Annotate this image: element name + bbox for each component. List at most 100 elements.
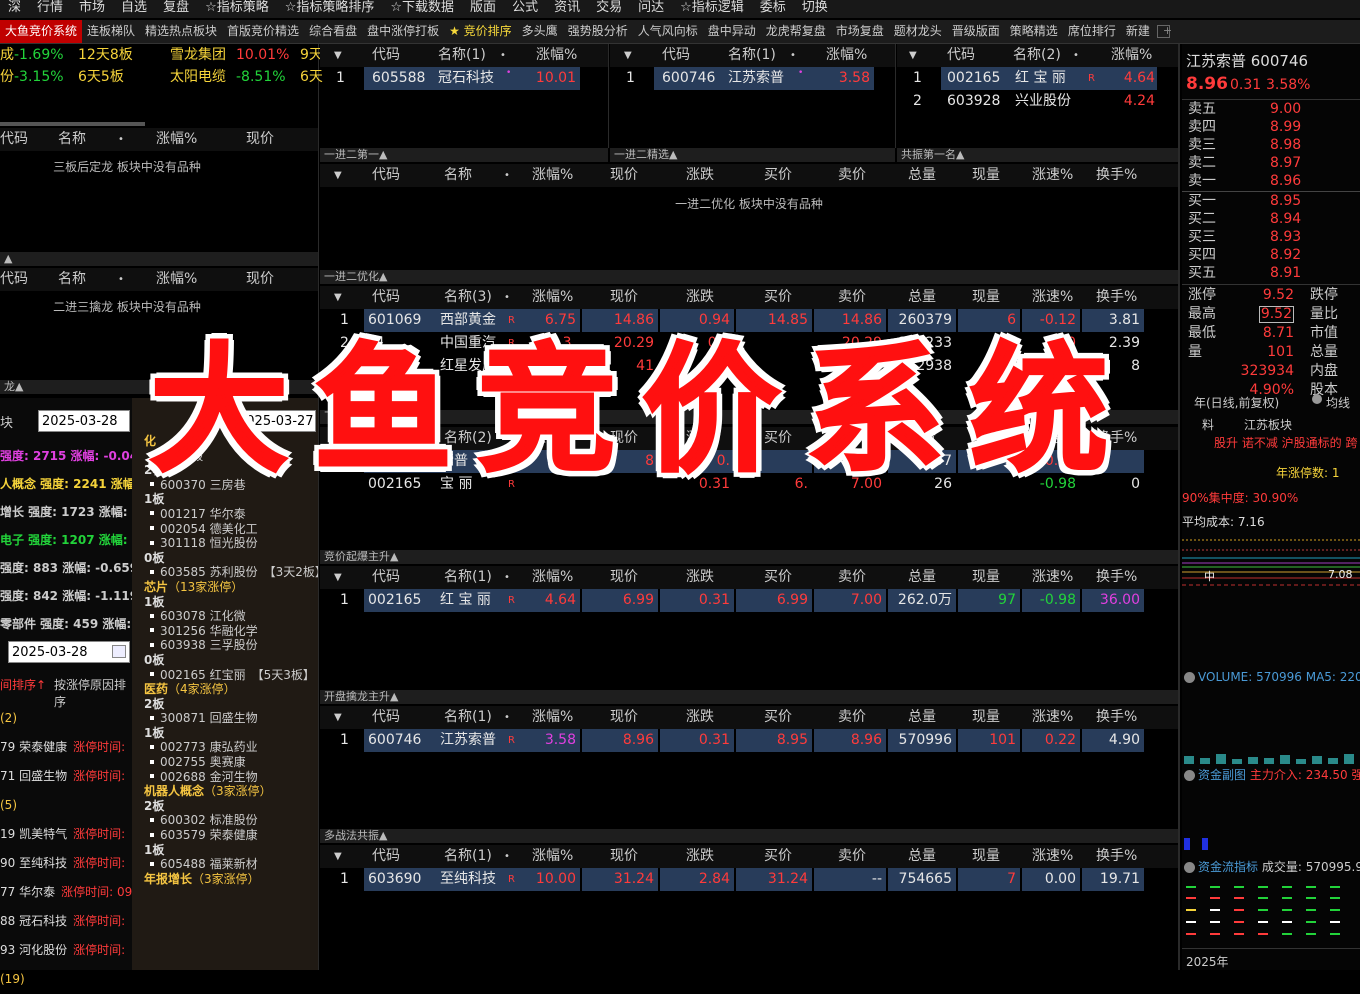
menu-item[interactable]: 问达 <box>630 0 672 18</box>
list-item[interactable]: 77 华尔泰 涨停时间: 09: <box>0 878 132 907</box>
fund-header: 资金副图 主力介入: 234.50 强 <box>1182 766 1360 783</box>
tab[interactable]: 盘中涨停打板 <box>362 20 444 43</box>
tab[interactable]: 大鱼竞价系统 <box>0 20 83 43</box>
toggle-icon[interactable] <box>1312 394 1322 404</box>
order-level[interactable]: 买五 8.91 <box>1186 264 1356 282</box>
list-item[interactable]: 强度: 842 涨幅: -1.119 <box>0 582 132 610</box>
empty-message: 一进二优化 板块中没有品种 <box>675 197 823 211</box>
list-item[interactable]: 71 回盛生物 涨停时间: <box>0 762 132 791</box>
list-item: 600302 标准股份 <box>144 813 318 828</box>
order-level[interactable]: 卖四 8.99 <box>1186 118 1356 136</box>
order-level[interactable]: 买一 8.95 <box>1186 192 1356 210</box>
table-row[interactable]: 1 002165 红 宝 丽 R 4.64 6.99 0.31 6.99 7.00 262.0万 9… <box>320 589 1178 612</box>
table-row[interactable]: 1 603690 至纯科技 R 10.00 31.24 2.84 31.24 -- 754665 7… <box>320 868 1178 891</box>
list-item[interactable]: 88 冠石科技 涨停时间: <box>0 907 132 936</box>
menu-item[interactable]: 市场 <box>71 0 113 18</box>
tab[interactable]: 市场复盘 <box>831 20 889 43</box>
list-item[interactable]: 份 -3.15% 6天5板 太阳电缆 -8.51% 6天 <box>0 66 323 88</box>
list-item[interactable]: 93 河化股份 涨停时间: <box>0 936 132 965</box>
tab[interactable]: 首版竞价精选 <box>222 20 304 43</box>
order-level[interactable]: 卖五 9.00 <box>1186 100 1356 118</box>
tab[interactable]: 席位排行 <box>1063 20 1121 43</box>
tab[interactable]: 龙虎帮复盘 <box>761 20 831 43</box>
order-level[interactable]: 卖三 8.98 <box>1186 136 1356 154</box>
list-item[interactable]: 强度: 2715 涨幅: -0.04 <box>0 442 132 470</box>
tab[interactable]: 人气风向标 <box>633 20 703 43</box>
list-item: 医药（4家涨停） <box>144 682 236 697</box>
table-header: ▼ 代码 名称(1) • 涨幅% 现价 涨跌 买价 卖价 总量 现量 涨速% 换手% <box>320 566 1178 589</box>
order-level[interactable]: 买三 8.93 <box>1186 228 1356 246</box>
list-item[interactable]: 成 -1.69% 12天8板 雪龙集团 10.01% 9天 <box>0 44 323 66</box>
menu-item[interactable]: ☆下载数据 <box>382 0 462 18</box>
add-tab-icon[interactable]: + <box>1156 25 1172 38</box>
order-level[interactable]: 卖二 8.97 <box>1186 154 1356 172</box>
table-dz: ▼ 代码 名称(1) • 涨幅% 现价 涨跌 买价 卖价 总量 现量 涨速% 换手% 1 603690 至纯科… <box>320 845 1178 891</box>
list-item[interactable]: 19 凯美特气 涨停时间: <box>0 820 132 849</box>
list-item[interactable]: 79 荣泰健康 涨停时间: <box>0 733 132 762</box>
order-level[interactable]: 卖一 8.96 <box>1186 172 1356 190</box>
list-item: 605488 福莱新材 <box>144 857 318 872</box>
menu-item[interactable]: 行情 <box>29 0 71 18</box>
toggle-icon[interactable] <box>1184 672 1195 683</box>
table-header: 代码 名称 • 涨幅% 现价 <box>0 268 318 291</box>
menu-item[interactable]: 切换 <box>794 0 836 18</box>
list-item[interactable]: 90 至纯科技 涨停时间: <box>0 849 132 878</box>
menu-item[interactable]: 深 <box>0 0 29 18</box>
menu-item[interactable]: 复盘 <box>155 0 197 18</box>
order-level[interactable]: 买二 8.94 <box>1186 210 1356 228</box>
table-t3: ▼ 代码 名称(2) • 涨幅% 1 002165 红 宝 丽 R 4.64 2… <box>897 44 1178 113</box>
list-item: 603938 三孚股份 <box>144 638 318 653</box>
section-title: 一进二精选▲ <box>610 148 895 162</box>
tab[interactable]: 策略精选 <box>1005 20 1063 43</box>
table-t1: ▼ 代码 名称(1) • 涨幅% 1 605588 冠石科技 • 10.01 <box>320 44 608 90</box>
menu-item[interactable]: ☆指标策略 <box>197 0 277 18</box>
menu-item[interactable]: 自选 <box>113 0 155 18</box>
tab[interactable]: 晋级版面 <box>947 20 1005 43</box>
table-row[interactable]: 1 605588 冠石科技 • 10.01 <box>320 67 608 90</box>
menu-item[interactable]: ☆指标策略排序 <box>277 0 383 18</box>
list-item[interactable]: (2) <box>0 704 132 733</box>
section-title: 开盘擒龙主升▲ <box>320 690 1178 704</box>
list-item: 002755 奥赛康 <box>144 755 318 770</box>
order-level[interactable]: 买四 8.92 <box>1186 246 1356 264</box>
menu-item[interactable]: 版面 <box>462 0 504 18</box>
section-title: 共振第一名▲ <box>897 148 1178 162</box>
table-row[interactable]: 2 603928 兴业股份 4.24 <box>897 90 1178 113</box>
table-header: ▼ 代码 名称(1) • 涨幅% 现价 涨跌 买价 卖价 总量 现量 涨速% 换手% <box>320 706 1178 729</box>
date-input[interactable]: 2025-03-28 <box>38 410 130 432</box>
menu-item[interactable]: 委标 <box>752 0 794 18</box>
scrollbar[interactable] <box>0 122 145 126</box>
menu-item[interactable]: 资讯 <box>546 0 588 18</box>
tab[interactable]: 题材龙头 <box>889 20 947 43</box>
sort-button[interactable]: 间排序↑ <box>0 676 46 693</box>
tab[interactable]: 综合看盘 <box>304 20 362 43</box>
list-item[interactable]: 电子 强度: 1207 涨幅: - <box>0 526 132 554</box>
menu-item[interactable]: ☆指标逻辑 <box>672 0 752 18</box>
date-input[interactable]: 2025-03-28 <box>8 641 130 663</box>
last-price: 8.96 <box>1186 74 1228 94</box>
tab[interactable]: 多头鹰 <box>517 20 563 43</box>
tab[interactable]: 强势股分析 <box>563 20 633 43</box>
list-item[interactable]: (5) <box>0 791 132 820</box>
tab[interactable]: 盘中异动 <box>703 20 761 43</box>
table-row[interactable]: 1 600746 江苏索普 • 3.58 <box>610 67 895 90</box>
tab[interactable]: ★ 竞价排序 <box>444 20 517 43</box>
menu-item[interactable]: 交易 <box>588 0 630 18</box>
list-item[interactable]: 强度: 883 涨幅: -0.659 <box>0 554 132 582</box>
calendar-icon[interactable] <box>112 645 126 658</box>
list-item[interactable]: 增长 强度: 1723 涨幅: - <box>0 498 132 526</box>
tab[interactable]: 连板梯队 <box>82 20 140 43</box>
volume-header: VOLUME: 570996 MA5: 220 <box>1182 670 1360 684</box>
list-item[interactable]: 零部件 强度: 459 涨幅: <box>0 610 132 638</box>
list-item[interactable]: 人概念 强度: 2241 涨幅 <box>0 470 132 498</box>
list-item[interactable]: (19) <box>0 965 132 994</box>
toggle-icon[interactable] <box>1184 862 1195 873</box>
menu-item[interactable]: 公式 <box>504 0 546 18</box>
price-change-pct: 3.58% <box>1266 77 1311 93</box>
table-row[interactable]: 1 002165 红 宝 丽 R 4.64 <box>897 67 1178 90</box>
toggle-icon[interactable] <box>1184 770 1195 781</box>
list-item: 2板 <box>144 798 165 813</box>
tab[interactable]: 新建 <box>1121 20 1155 43</box>
table-row[interactable]: 1 600746 江苏索普 R 3.58 8.96 0.31 8.95 8.96 570996 10… <box>320 729 1178 752</box>
tab[interactable]: 精选热点板块 <box>140 20 222 43</box>
